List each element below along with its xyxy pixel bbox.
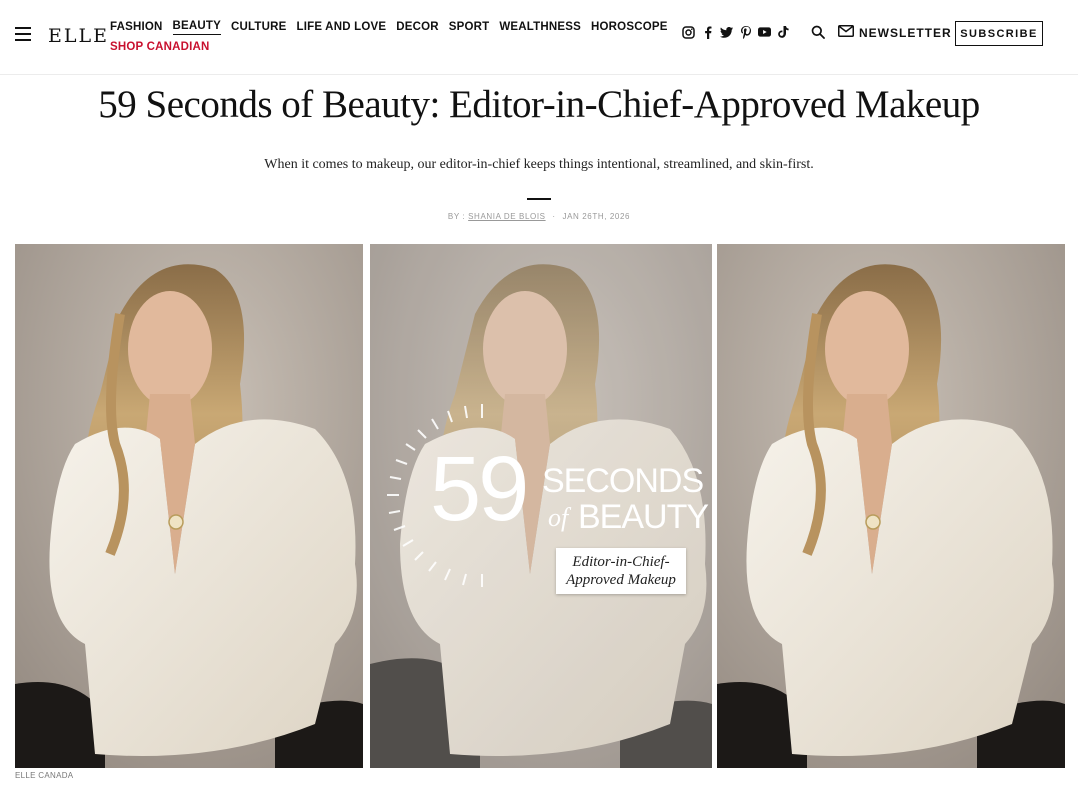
article-dek: When it comes to makeup, our editor-in-c… (264, 157, 814, 172)
hero-overlay-number: 59 (430, 438, 529, 540)
tiktok-icon[interactable] (777, 25, 790, 39)
nav-item-sport[interactable]: SPORT (449, 20, 490, 34)
title-divider (527, 198, 551, 200)
facebook-icon[interactable] (701, 25, 714, 39)
nav-item-decor[interactable]: DECOR (396, 20, 439, 34)
nav-item-shop-canadian[interactable]: SHOP CANADIAN (110, 40, 210, 54)
photo-credit: ELLE CANADA (15, 771, 74, 780)
hero-image-right (717, 244, 1065, 768)
publish-date: JAN 26TH, 2026 (562, 212, 631, 221)
byline-separator: · (552, 212, 556, 221)
hero-image-center: 59 SECONDS of BEAUTY Editor-in-Chief- Ap… (370, 244, 712, 768)
article-title: 59 Seconds of Beauty: Editor-in-Chief-Ap… (98, 83, 980, 126)
nav-item-horoscope[interactable]: HOROSCOPE (591, 20, 668, 34)
social-links (682, 25, 790, 39)
hero-overlay-of: of (548, 503, 569, 532)
elle-logo[interactable]: ELLE (48, 26, 109, 46)
main-nav: FASHION BEAUTY CULTURE LIFE AND LOVE DEC… (110, 19, 667, 55)
hero-overlay-seconds: SECONDS (542, 462, 704, 500)
nav-item-beauty[interactable]: BEAUTY (172, 19, 221, 35)
subscribe-button[interactable]: SUBSCRIBE (955, 21, 1043, 46)
nav-item-wealthness[interactable]: WEALTHNESS (499, 20, 581, 34)
portrait-photo-right (717, 244, 1065, 768)
pinterest-icon[interactable] (739, 25, 752, 39)
youtube-icon[interactable] (758, 25, 771, 39)
instagram-icon[interactable] (682, 25, 695, 39)
hero-overlay-tag-line2: Approved Makeup (566, 572, 676, 588)
search-icon[interactable] (811, 25, 827, 41)
newsletter-link[interactable]: NEWSLETTER (838, 24, 952, 42)
nav-item-life-and-love[interactable]: LIFE AND LOVE (297, 20, 387, 34)
newsletter-label: NEWSLETTER (859, 26, 952, 40)
portrait-photo-left (15, 244, 363, 768)
author-link[interactable]: SHANIA DE BLOIS (468, 212, 545, 221)
hamburger-menu-icon[interactable] (15, 27, 31, 41)
byline: BY : SHANIA DE BLOIS · JAN 26TH, 2026 (0, 212, 1078, 221)
hero-image-left (15, 244, 363, 768)
byline-prefix: BY : (447, 212, 466, 221)
hero-overlay-tag: Editor-in-Chief- Approved Makeup (556, 548, 686, 594)
nav-item-fashion[interactable]: FASHION (110, 20, 163, 34)
mail-icon (838, 24, 854, 42)
hero-overlay-beauty: BEAUTY (578, 498, 709, 536)
site-header: ELLE FASHION BEAUTY CULTURE LIFE AND LOV… (0, 0, 1078, 75)
hero-overlay-tag-line1: Editor-in-Chief- (572, 554, 670, 570)
twitter-icon[interactable] (720, 25, 733, 39)
nav-item-culture[interactable]: CULTURE (231, 20, 287, 34)
